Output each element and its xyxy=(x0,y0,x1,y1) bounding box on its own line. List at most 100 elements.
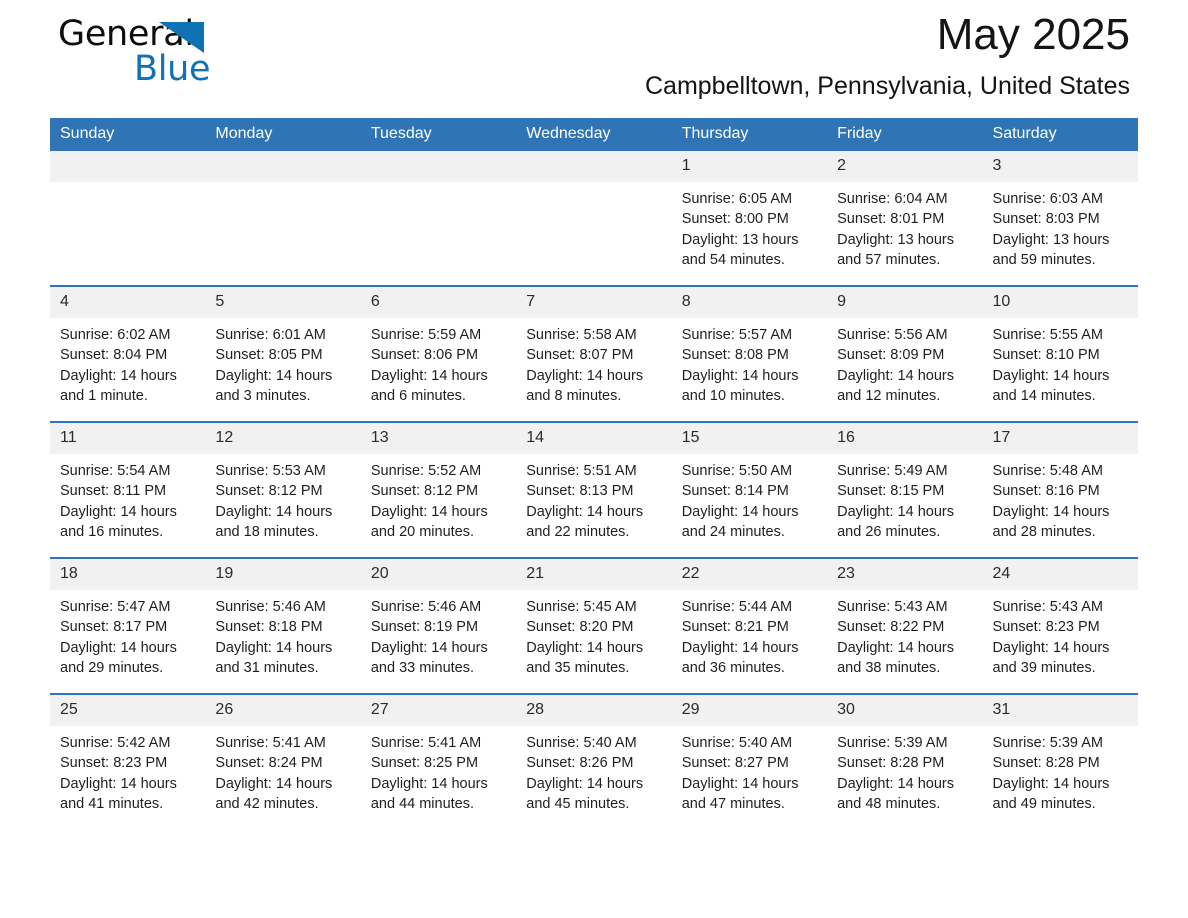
calendar-day-cell[interactable]: 2 Sunrise: 6:04 AM Sunset: 8:01 PM Daylight… xyxy=(827,151,983,286)
sunrise-text: Sunrise: 5:51 AM xyxy=(526,463,637,479)
day-number: 1 xyxy=(671,151,828,182)
calendar-day-cell[interactable]: 25 Sunrise: 5:42 AM Sunset: 8:23 PM Dayligh… xyxy=(50,693,206,829)
day-details: Sunrise: 5:44 AM Sunset: 8:21 PM Daylight:… xyxy=(672,590,827,678)
calendar-empty-cell xyxy=(360,151,517,286)
day-details: Sunrise: 5:43 AM Sunset: 8:22 PM Daylight:… xyxy=(827,590,982,678)
calendar-day-cell[interactable]: 22 Sunrise: 5:44 AM Sunset: 8:21 PM Dayligh… xyxy=(671,557,828,694)
calendar-day-cell[interactable]: 31 Sunrise: 5:39 AM Sunset: 8:28 PM Dayligh… xyxy=(982,693,1138,829)
daylight-text: Daylight: 14 hours and 18 minutes. xyxy=(215,503,333,540)
daylight-text: Daylight: 14 hours and 26 minutes. xyxy=(837,503,954,540)
sunset-text: Sunset: 8:04 PM xyxy=(60,347,168,364)
calendar-day-cell[interactable]: 10 Sunrise: 5:55 AM Sunset: 8:10 PM Dayligh… xyxy=(982,285,1138,422)
day-details: Sunrise: 6:04 AM Sunset: 8:01 PM Daylight:… xyxy=(827,182,982,270)
day-details: Sunrise: 5:58 AM Sunset: 8:07 PM Daylight:… xyxy=(516,318,671,406)
calendar-week-row: 1 Sunrise: 6:05 AM Sunset: 8:00 PM Daylight… xyxy=(50,151,1138,286)
calendar-day-cell[interactable]: 12 Sunrise: 5:53 AM Sunset: 8:12 PM Dayligh… xyxy=(205,421,361,558)
sunset-text: Sunset: 8:26 PM xyxy=(526,755,634,772)
calendar-day-cell[interactable]: 3 Sunrise: 6:03 AM Sunset: 8:03 PM Daylight… xyxy=(982,151,1138,286)
calendar-day-cell[interactable]: 8 Sunrise: 5:57 AM Sunset: 8:08 PM Daylight… xyxy=(671,285,828,422)
sunrise-text: Sunrise: 5:46 AM xyxy=(370,599,482,615)
day-details: Sunrise: 5:46 AM Sunset: 8:18 PM Daylight:… xyxy=(205,590,360,678)
sunset-text: Sunset: 8:24 PM xyxy=(215,755,323,772)
day-number: 16 xyxy=(827,423,983,454)
day-number: 7 xyxy=(516,287,672,318)
day-details: Sunrise: 5:51 AM Sunset: 8:13 PM Daylight:… xyxy=(516,454,671,542)
calendar-day-cell[interactable]: 18 Sunrise: 5:47 AM Sunset: 8:17 PM Dayligh… xyxy=(50,557,206,694)
calendar-week-row: 18 Sunrise: 5:47 AM Sunset: 8:17 PM Dayligh… xyxy=(50,557,1138,694)
calendar-day-cell[interactable]: 19 Sunrise: 5:46 AM Sunset: 8:18 PM Dayligh… xyxy=(205,557,361,694)
day-number: 8 xyxy=(671,287,828,318)
calendar-day-cell[interactable]: 24 Sunrise: 5:43 AM Sunset: 8:23 PM Dayligh… xyxy=(982,557,1138,694)
daylight-text: Daylight: 14 hours and 29 minutes. xyxy=(60,639,177,676)
day-details: Sunrise: 5:48 AM Sunset: 8:16 PM Daylight:… xyxy=(983,454,1138,542)
sunset-text: Sunset: 8:10 PM xyxy=(992,347,1100,364)
calendar-day-cell[interactable]: 23 Sunrise: 5:43 AM Sunset: 8:22 PM Dayligh… xyxy=(827,557,983,694)
calendar-day-cell[interactable]: 26 Sunrise: 5:41 AM Sunset: 8:24 PM Dayligh… xyxy=(205,693,361,829)
calendar-day-cell[interactable]: 13 Sunrise: 5:52 AM Sunset: 8:12 PM Dayligh… xyxy=(360,421,517,558)
calendar-day-cell[interactable]: 21 Sunrise: 5:45 AM Sunset: 8:20 PM Dayligh… xyxy=(516,557,672,694)
calendar-day-cell[interactable]: 14 Sunrise: 5:51 AM Sunset: 8:13 PM Dayligh… xyxy=(516,421,672,558)
sunrise-text: Sunrise: 6:04 AM xyxy=(837,191,948,207)
calendar-empty-cell xyxy=(50,151,206,286)
weekday-header-sunday: Sunday xyxy=(50,118,206,151)
day-details: Sunrise: 5:50 AM Sunset: 8:14 PM Daylight:… xyxy=(672,454,827,542)
day-number: 26 xyxy=(205,695,361,726)
daylight-text: Daylight: 14 hours and 6 minutes. xyxy=(370,367,488,404)
daylight-text: Daylight: 14 hours and 20 minutes. xyxy=(370,503,488,540)
daylight-text: Daylight: 14 hours and 1 minute. xyxy=(60,367,177,404)
day-number: 10 xyxy=(982,287,1138,318)
calendar-week-row: 25 Sunrise: 5:42 AM Sunset: 8:23 PM Dayligh… xyxy=(50,693,1138,829)
sunset-text: Sunset: 8:17 PM xyxy=(60,619,168,636)
calendar-day-cell[interactable]: 30 Sunrise: 5:39 AM Sunset: 8:28 PM Dayligh… xyxy=(827,693,983,829)
sunrise-text: Sunrise: 6:01 AM xyxy=(215,327,326,343)
calendar-week-row: 11 Sunrise: 5:54 AM Sunset: 8:11 PM Dayligh… xyxy=(50,421,1138,558)
day-details: Sunrise: 5:52 AM Sunset: 8:12 PM Daylight:… xyxy=(361,454,516,542)
daylight-text: Daylight: 14 hours and 8 minutes. xyxy=(526,367,644,404)
calendar-header-row: Sunday Monday Tuesday Wednesday Thursday… xyxy=(50,118,1138,151)
day-details: Sunrise: 5:41 AM Sunset: 8:25 PM Daylight:… xyxy=(361,726,516,814)
calendar-day-cell[interactable]: 16 Sunrise: 5:49 AM Sunset: 8:15 PM Dayligh… xyxy=(827,421,983,558)
calendar-day-cell[interactable]: 28 Sunrise: 5:40 AM Sunset: 8:26 PM Dayligh… xyxy=(516,693,672,829)
day-number: 12 xyxy=(205,423,361,454)
calendar-day-cell[interactable]: 4 Sunrise: 6:02 AM Sunset: 8:04 PM Daylight… xyxy=(50,285,206,422)
calendar-day-cell[interactable]: 20 Sunrise: 5:46 AM Sunset: 8:19 PM Dayligh… xyxy=(360,557,517,694)
daylight-text: Daylight: 14 hours and 35 minutes. xyxy=(526,639,644,676)
calendar-page: General Blue May 2025 Campbelltown, Penn… xyxy=(0,0,1188,918)
sunset-text: Sunset: 8:18 PM xyxy=(215,619,323,636)
day-number: 17 xyxy=(982,423,1138,454)
calendar-day-cell[interactable]: 7 Sunrise: 5:58 AM Sunset: 8:07 PM Daylight… xyxy=(516,285,672,422)
daylight-text: Daylight: 14 hours and 28 minutes. xyxy=(992,503,1110,540)
calendar-day-cell[interactable]: 9 Sunrise: 5:56 AM Sunset: 8:09 PM Daylight… xyxy=(827,285,983,422)
sunrise-text: Sunrise: 5:45 AM xyxy=(526,599,637,615)
day-number: 28 xyxy=(516,695,672,726)
calendar-day-cell[interactable]: 6 Sunrise: 5:59 AM Sunset: 8:06 PM Daylight… xyxy=(360,285,517,422)
calendar-day-cell[interactable]: 5 Sunrise: 6:01 AM Sunset: 8:05 PM Daylight… xyxy=(205,285,361,422)
daylight-text: Daylight: 14 hours and 41 minutes. xyxy=(60,775,177,812)
daylight-text: Daylight: 14 hours and 22 minutes. xyxy=(526,503,644,540)
day-details: Sunrise: 6:05 AM Sunset: 8:00 PM Daylight:… xyxy=(672,182,827,270)
sunrise-text: Sunrise: 5:40 AM xyxy=(681,735,793,751)
daylight-text: Daylight: 13 hours and 59 minutes. xyxy=(992,231,1110,268)
day-number: 11 xyxy=(50,423,206,454)
calendar-empty-cell xyxy=(516,151,672,286)
daylight-text: Daylight: 14 hours and 14 minutes. xyxy=(992,367,1110,404)
calendar-day-cell[interactable]: 1 Sunrise: 6:05 AM Sunset: 8:00 PM Daylight… xyxy=(671,151,828,286)
day-details: Sunrise: 5:41 AM Sunset: 8:24 PM Daylight:… xyxy=(205,726,360,814)
calendar-day-cell[interactable]: 27 Sunrise: 5:41 AM Sunset: 8:25 PM Dayligh… xyxy=(360,693,517,829)
weekday-header-friday: Friday xyxy=(827,118,983,151)
sunrise-text: Sunrise: 5:59 AM xyxy=(370,327,482,343)
calendar-day-cell[interactable]: 15 Sunrise: 5:50 AM Sunset: 8:14 PM Dayligh… xyxy=(671,421,828,558)
sunrise-text: Sunrise: 5:48 AM xyxy=(992,463,1103,479)
day-number: 4 xyxy=(50,287,206,318)
sunrise-text: Sunrise: 5:54 AM xyxy=(60,463,171,479)
sunrise-text: Sunrise: 5:52 AM xyxy=(370,463,482,479)
brand-logo[interactable]: General Blue xyxy=(58,14,318,104)
calendar-day-cell[interactable]: 29 Sunrise: 5:40 AM Sunset: 8:27 PM Dayligh… xyxy=(671,693,828,829)
calendar-day-cell[interactable]: 11 Sunrise: 5:54 AM Sunset: 8:11 PM Dayligh… xyxy=(50,421,206,558)
sunrise-text: Sunrise: 5:42 AM xyxy=(60,735,171,751)
calendar-day-cell[interactable]: 17 Sunrise: 5:48 AM Sunset: 8:16 PM Dayligh… xyxy=(982,421,1138,558)
sunrise-text: Sunrise: 5:56 AM xyxy=(837,327,948,343)
day-number: 6 xyxy=(360,287,517,318)
day-details: Sunrise: 5:57 AM Sunset: 8:08 PM Daylight:… xyxy=(672,318,827,406)
sunrise-text: Sunrise: 6:05 AM xyxy=(681,191,793,207)
